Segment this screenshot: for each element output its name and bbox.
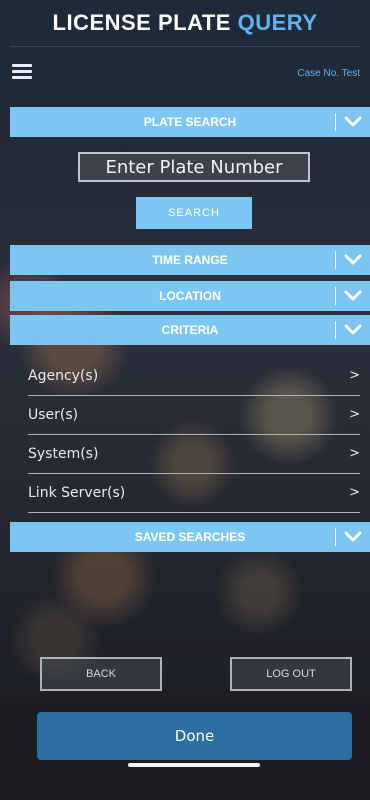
section-plate-search[interactable]: PLATE SEARCH	[10, 107, 370, 137]
criteria-item-link-server[interactable]: Link Server(s) >	[28, 474, 360, 513]
section-time-range-label: TIME RANGE	[152, 253, 228, 267]
screen: LICENSE PLATE QUERY Case No. Test PLATE …	[0, 0, 370, 800]
case-number-label: Case No. Test	[297, 68, 360, 79]
criteria-item-label: Link Server(s)	[28, 485, 126, 501]
section-separator	[335, 528, 336, 546]
section-separator	[335, 321, 336, 339]
section-separator	[335, 251, 336, 269]
section-separator	[335, 287, 336, 305]
criteria-item-label: Agency(s)	[28, 368, 99, 384]
section-location-label: LOCATION	[159, 289, 221, 303]
title-accent: QUERY	[237, 10, 318, 35]
chevron-down-icon	[344, 531, 362, 542]
criteria-list: Agency(s) > User(s) > System(s) > Link S…	[28, 357, 360, 513]
chevron-right-icon: >	[349, 368, 360, 383]
back-button[interactable]: BACK	[40, 657, 162, 691]
chevron-down-icon	[344, 324, 362, 335]
chevron-down-icon	[344, 254, 362, 265]
section-saved-searches[interactable]: SAVED SEARCHES	[10, 522, 370, 552]
criteria-item-label: User(s)	[28, 407, 79, 423]
criteria-item-system[interactable]: System(s) >	[28, 435, 360, 474]
app-header: LICENSE PLATE QUERY Case No. Test	[0, 0, 370, 88]
page-title: LICENSE PLATE QUERY	[0, 10, 370, 36]
home-indicator	[128, 763, 260, 767]
section-time-range[interactable]: TIME RANGE	[10, 245, 370, 275]
criteria-item-agency[interactable]: Agency(s) >	[28, 357, 360, 396]
section-saved-searches-label: SAVED SEARCHES	[134, 530, 246, 544]
section-criteria[interactable]: CRITERIA	[10, 315, 370, 345]
chevron-right-icon: >	[349, 407, 360, 422]
criteria-item-label: System(s)	[28, 446, 99, 462]
chevron-down-icon	[344, 116, 362, 127]
criteria-item-user[interactable]: User(s) >	[28, 396, 360, 435]
logout-button[interactable]: LOG OUT	[230, 657, 352, 691]
section-criteria-label: CRITERIA	[161, 323, 219, 337]
chevron-right-icon: >	[349, 485, 360, 500]
search-button[interactable]: SEARCH	[136, 197, 252, 229]
header-divider	[10, 46, 360, 47]
section-separator	[335, 113, 336, 131]
hamburger-menu-icon[interactable]	[12, 64, 32, 79]
plate-number-input[interactable]	[78, 152, 310, 182]
chevron-down-icon	[344, 290, 362, 301]
section-plate-search-label: PLATE SEARCH	[143, 115, 237, 129]
section-location[interactable]: LOCATION	[10, 281, 370, 311]
chevron-right-icon: >	[349, 446, 360, 461]
done-button[interactable]: Done	[37, 712, 352, 760]
title-main: LICENSE PLATE	[52, 10, 231, 35]
